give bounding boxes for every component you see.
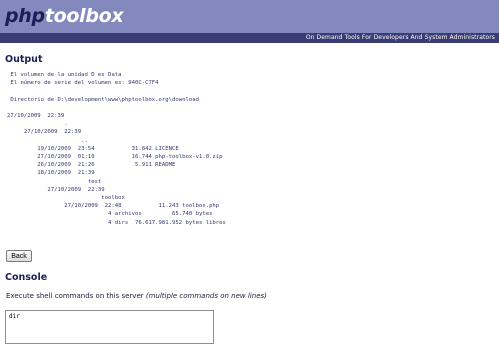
command-output: El volumen de la unidad D es Data El núm… [7, 72, 226, 226]
logo-prefix: php [5, 5, 45, 27]
output-heading: Output [5, 54, 43, 65]
site-header: phptoolbox [0, 0, 499, 33]
console-description: Execute shell commands on this server (m… [6, 292, 267, 300]
console-description-note: (multiple commands on new lines) [145, 292, 267, 300]
logo-suffix: toolbox [44, 5, 124, 27]
command-input[interactable]: dir [5, 310, 214, 344]
site-logo[interactable]: phptoolbox [5, 4, 124, 28]
console-heading: Console [5, 272, 48, 283]
site-tagline: On Demand Tools For Developers And Syste… [305, 34, 495, 41]
console-description-text: Execute shell commands on this server [6, 292, 146, 300]
back-button[interactable]: Back [6, 250, 32, 262]
